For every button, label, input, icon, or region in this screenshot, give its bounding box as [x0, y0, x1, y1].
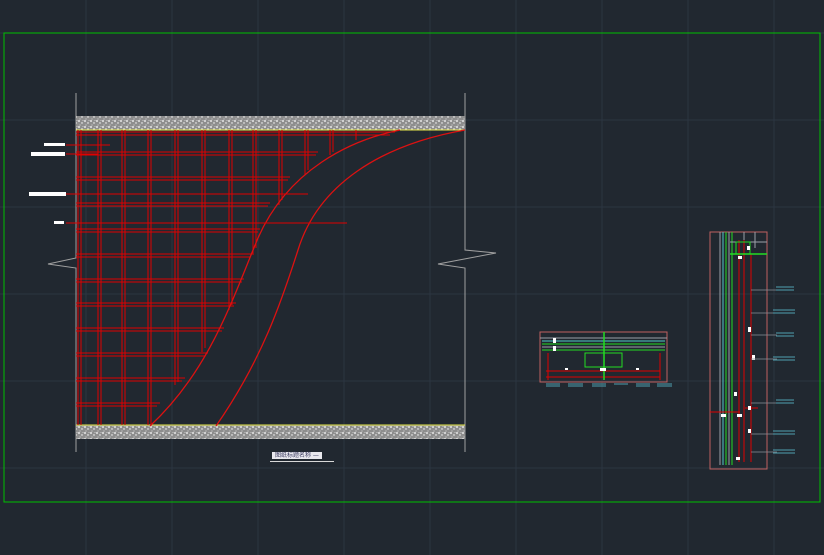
bottom-slab-hatch: [76, 425, 465, 439]
model-grid: [0, 0, 824, 555]
leader-tag-2: [31, 152, 65, 156]
rebar-grid-horizontal: [76, 131, 395, 407]
section-detail-b[interactable]: [709, 231, 795, 470]
elevation-title: 图纸标题名称 —: [272, 452, 322, 459]
elevation-view[interactable]: [29, 93, 497, 452]
leader-tag-3: [29, 192, 66, 196]
top-slab-hatch: [76, 116, 465, 130]
curve-inner: [149, 129, 401, 427]
leader-tag-1: [44, 143, 65, 146]
left-break-line: [47, 93, 77, 452]
section-detail-a[interactable]: [539, 331, 672, 387]
cad-model-space[interactable]: 图纸标题名称 —: [0, 0, 824, 555]
elevation-title-underline: [270, 461, 334, 462]
leader-tag-4: [54, 221, 64, 224]
right-break-line: [437, 93, 497, 452]
cad-drawing-svg[interactable]: [0, 0, 824, 555]
